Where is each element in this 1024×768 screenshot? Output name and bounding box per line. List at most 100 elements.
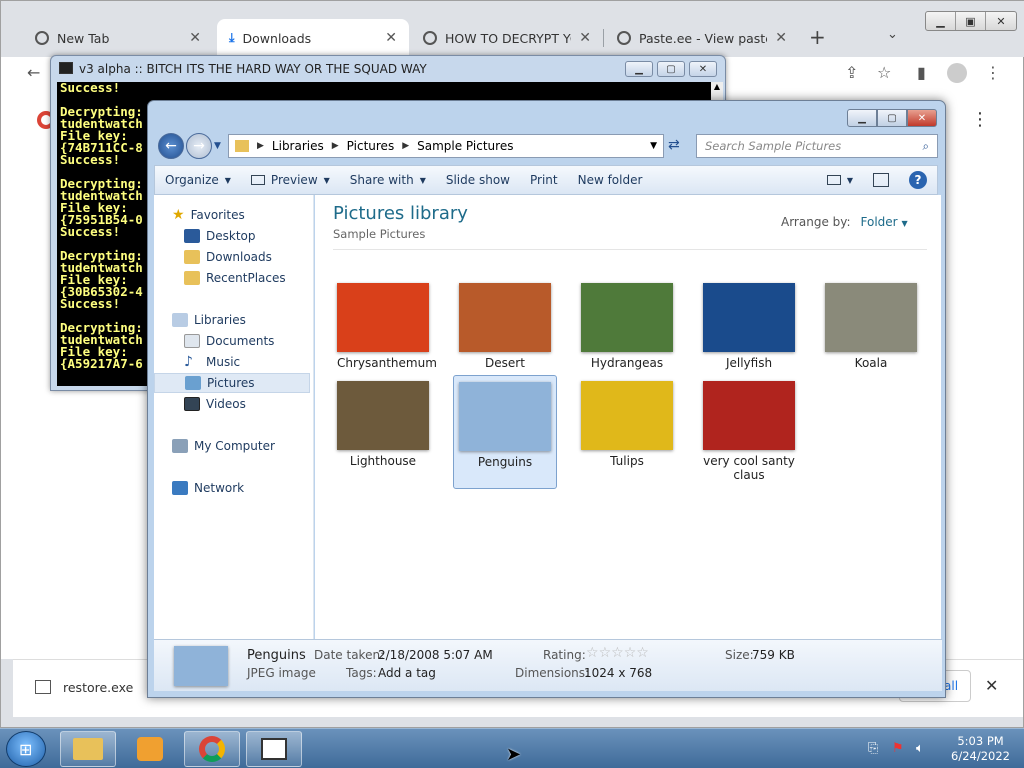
downloads-menu-icon[interactable]: ⋮	[971, 109, 989, 130]
file-thumbnail[interactable]: Koala	[819, 277, 923, 370]
tab-paste[interactable]: Paste.ee - View paste uSyc ✕	[605, 19, 799, 57]
clock-date: 6/24/2022	[951, 749, 1010, 763]
close-button[interactable]: ✕	[986, 12, 1016, 30]
file-thumbnail[interactable]: Lighthouse	[331, 375, 435, 489]
slide-show-button[interactable]: Slide show	[436, 173, 520, 187]
network-tray-icon[interactable]: ⎘	[868, 741, 878, 756]
taskbar-console[interactable]	[246, 731, 302, 767]
nav-recentplaces[interactable]: RecentPlaces	[154, 268, 310, 288]
preview-pane-button[interactable]	[863, 173, 899, 187]
breadcrumb-separator-icon[interactable]: ▶	[332, 141, 339, 151]
menu-kebab-icon[interactable]: ⋮	[985, 63, 1001, 82]
back-arrow-icon[interactable]: ←	[27, 63, 40, 82]
maximize-button[interactable]: ▢	[877, 109, 907, 127]
nav-desktop[interactable]: Desktop	[154, 226, 310, 246]
preview-button[interactable]: Preview ▼	[241, 173, 340, 187]
close-icon[interactable]: ✕	[775, 30, 787, 46]
profile-avatar-icon[interactable]	[947, 63, 967, 83]
nav-favorites[interactable]: ★ Favorites	[154, 205, 310, 225]
address-dropdown-icon[interactable]: ▼	[650, 141, 657, 151]
nav-music[interactable]: ♪ Music	[154, 352, 310, 372]
nav-network[interactable]: Network	[154, 478, 310, 498]
breadcrumb-sample-pictures[interactable]: Sample Pictures	[417, 139, 513, 153]
nav-pictures[interactable]: Pictures	[154, 373, 310, 393]
nav-downloads[interactable]: Downloads	[154, 247, 310, 267]
new-tab-button[interactable]: +	[809, 25, 826, 49]
print-button[interactable]: Print	[520, 173, 568, 187]
rating-stars[interactable]: ☆☆☆☆☆	[586, 645, 649, 661]
star-icon[interactable]: ☆	[599, 645, 612, 661]
star-icon[interactable]: ☆	[624, 645, 637, 661]
dimensions-value: 1024 x 768	[584, 666, 653, 680]
close-icon[interactable]: ✕	[189, 30, 201, 46]
tab-strip: New Tab ✕ ⤓ Downloads ✕ HOW TO DECRYPT Y…	[1, 1, 1024, 57]
nav-libraries[interactable]: Libraries	[154, 310, 310, 330]
minimize-button[interactable]: ▁	[926, 12, 956, 30]
breadcrumb-pictures[interactable]: Pictures	[347, 139, 395, 153]
taskbar-chrome[interactable]	[184, 731, 240, 767]
close-button[interactable]: ✕	[907, 109, 937, 127]
search-input[interactable]: Search Sample Pictures ⌕	[696, 134, 938, 158]
address-bar[interactable]: ▶ Libraries ▶ Pictures ▶ Sample Pictures…	[228, 134, 664, 158]
taskbar-explorer[interactable]	[60, 731, 116, 767]
minimize-button[interactable]: ▁	[625, 61, 653, 77]
arrange-dropdown[interactable]: Folder ▼	[861, 215, 908, 229]
image-preview	[459, 283, 551, 352]
file-thumbnail[interactable]: Hydrangeas	[575, 277, 679, 370]
console-title: v3 alpha :: BITCH ITS THE HARD WAY OR TH…	[79, 62, 427, 76]
recent-pages-chevron-icon[interactable]: ▼	[214, 141, 221, 151]
clock[interactable]: 5:03 PM 6/24/2022	[951, 734, 1010, 764]
download-bar-close-button[interactable]: ✕	[985, 676, 998, 695]
file-name: Hydrangeas	[590, 356, 664, 370]
file-thumbnail[interactable]: Tulips	[575, 375, 679, 489]
star-icon[interactable]: ☆	[636, 645, 649, 661]
nav-documents[interactable]: Documents	[154, 331, 310, 351]
close-button[interactable]: ✕	[689, 61, 717, 77]
maximize-button[interactable]: ▣	[956, 12, 986, 30]
image-preview	[337, 283, 429, 352]
minimize-button[interactable]: ▁	[847, 109, 877, 127]
share-icon[interactable]: ⇪	[845, 63, 858, 82]
tab-new-tab[interactable]: New Tab ✕	[23, 19, 213, 57]
breadcrumb-separator-icon[interactable]: ▶	[257, 141, 264, 151]
help-button[interactable]: ?	[899, 171, 937, 189]
refresh-icon[interactable]: ⇄	[668, 137, 680, 153]
recent-places-icon	[184, 271, 200, 285]
command-bar: Organize ▼ Preview ▼ Share with ▼ Slide sho…	[154, 165, 938, 195]
scroll-up-icon[interactable]: ▲	[711, 82, 723, 91]
tab-decrypt[interactable]: HOW TO DECRYPT YOUR ✕	[411, 19, 603, 57]
nav-label: Videos	[206, 397, 246, 411]
side-panel-icon[interactable]: ▮	[917, 63, 926, 82]
breadcrumb-separator-icon[interactable]: ▶	[402, 141, 409, 151]
start-button[interactable]: ⊞	[6, 731, 46, 767]
share-with-button[interactable]: Share with ▼	[340, 173, 436, 187]
new-folder-button[interactable]: New folder	[568, 173, 653, 187]
star-icon[interactable]: ☆	[611, 645, 624, 661]
file-thumbnail[interactable]: Chrysanthemum	[331, 277, 437, 370]
bookmark-star-icon[interactable]: ☆	[877, 63, 891, 82]
tab-search-chevron-icon[interactable]: ⌄	[887, 27, 898, 42]
nav-my-computer[interactable]: My Computer	[154, 436, 310, 456]
file-thumbnail[interactable]: Jellyfish	[697, 277, 801, 370]
close-icon[interactable]: ✕	[579, 30, 591, 46]
star-icon[interactable]: ☆	[586, 645, 599, 661]
tab-downloads[interactable]: ⤓ Downloads ✕	[217, 19, 409, 57]
nav-videos[interactable]: Videos	[154, 394, 310, 414]
star-icon: ★	[172, 207, 185, 223]
back-button[interactable]: ←	[158, 133, 184, 159]
maximize-button[interactable]: ▢	[657, 61, 685, 77]
tags-value[interactable]: Add a tag	[378, 666, 436, 680]
breadcrumb-libraries[interactable]: Libraries	[272, 139, 324, 153]
file-thumbnail[interactable]: very cool santy claus	[697, 375, 801, 489]
forward-button[interactable]: →	[186, 133, 212, 159]
close-icon[interactable]: ✕	[385, 30, 397, 46]
taskbar-media-player[interactable]	[122, 731, 178, 767]
action-center-flag-icon[interactable]: ⚑	[892, 741, 904, 756]
download-filename[interactable]: restore.exe	[63, 680, 133, 695]
volume-icon[interactable]: 🔈︎	[916, 741, 924, 756]
file-thumbnail[interactable]: Desert	[453, 277, 557, 370]
file-thumbnail[interactable]: Penguins	[453, 375, 557, 489]
selected-type: JPEG image	[247, 666, 316, 680]
organize-button[interactable]: Organize ▼	[155, 173, 241, 187]
change-view-button[interactable]: ▼	[817, 175, 863, 185]
